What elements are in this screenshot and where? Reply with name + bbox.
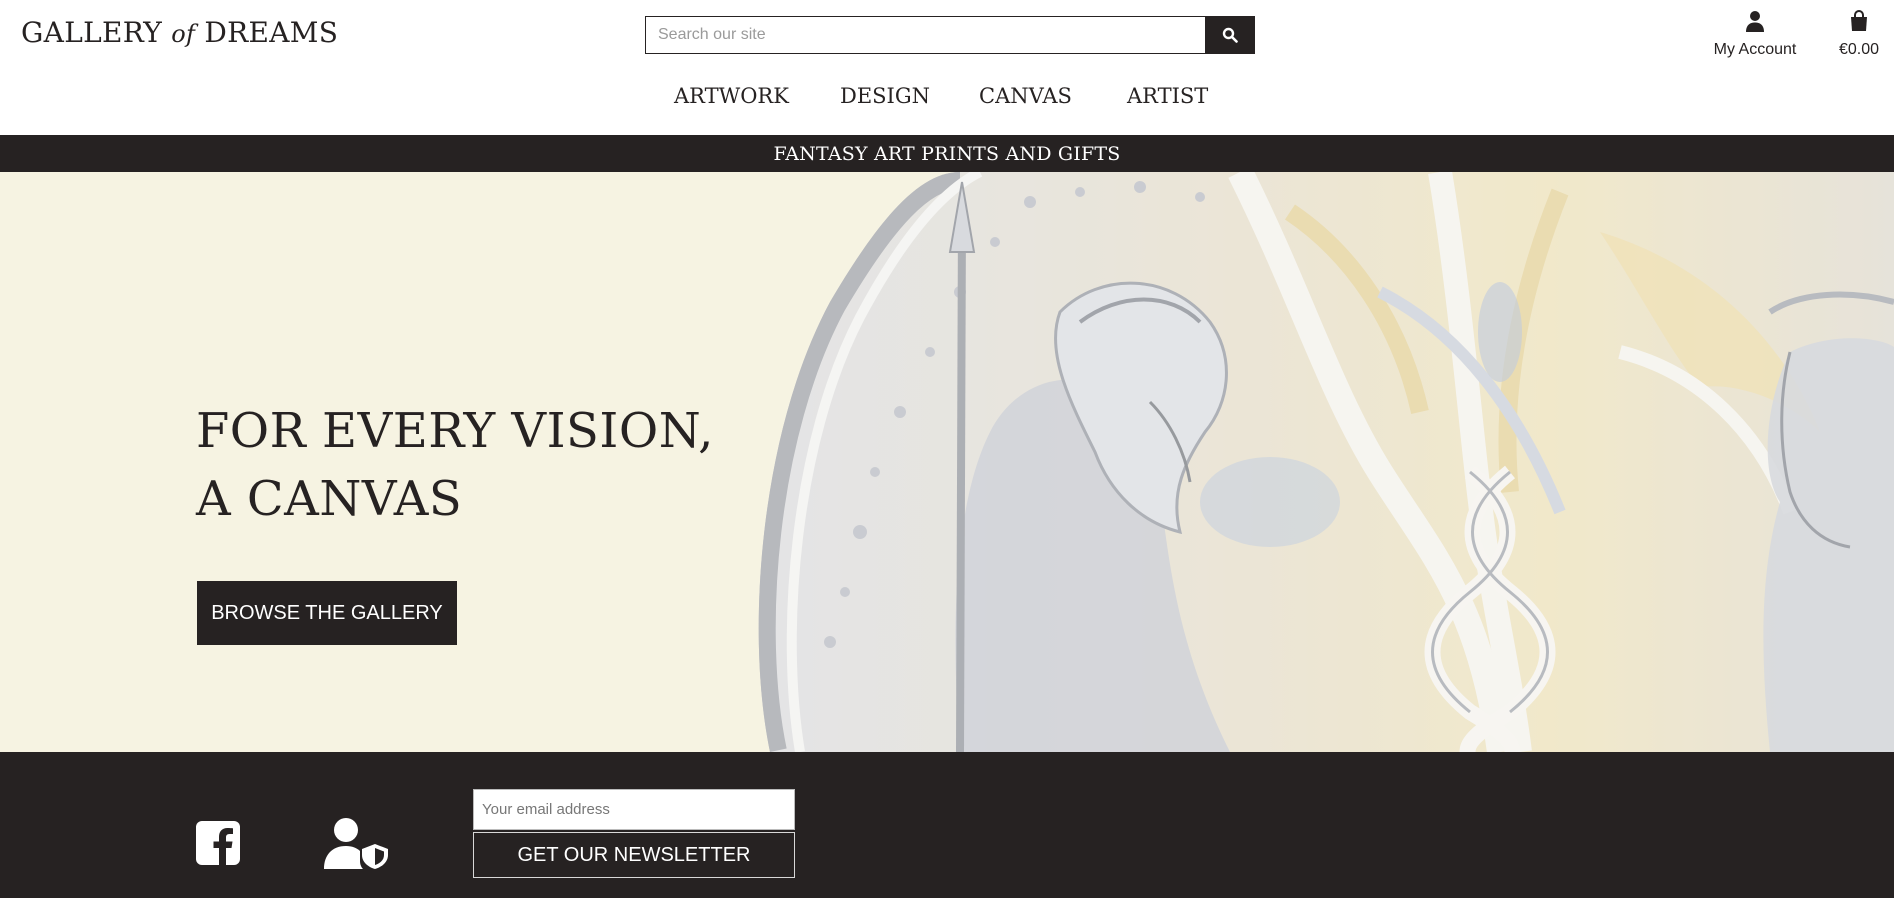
privacy-shield-icon[interactable] [324,817,388,869]
facebook-icon[interactable] [196,821,240,865]
promo-banner: FANTASY ART PRINTS AND GIFTS [0,135,1894,172]
search-form [645,16,1255,54]
shopping-bag-icon [1851,10,1867,31]
site-header: GALLERY of DREAMS My Account €0.00 ARTWO… [0,0,1894,135]
browse-gallery-button[interactable]: BROWSE THE GALLERY [197,581,457,645]
search-button[interactable] [1205,16,1255,54]
nav-item-design[interactable]: DESIGN [840,84,930,108]
logo-part-gallery: GALLERY [21,16,172,49]
cart-total: €0.00 [1838,41,1880,58]
site-logo[interactable]: GALLERY of DREAMS [21,16,338,49]
hero-title: FOR EVERY VISION, A CANVAS [196,397,714,533]
newsletter-email-input[interactable] [473,789,795,830]
logo-part-of: of [171,20,196,48]
newsletter-subscribe-button[interactable]: GET OUR NEWSLETTER [473,832,795,878]
user-icon [1746,11,1764,32]
hero-section: FOR EVERY VISION, A CANVAS BROWSE THE GA… [0,172,1894,752]
hero-title-line-2: A CANVAS [196,471,463,527]
search-icon [1222,27,1238,43]
search-input[interactable] [645,16,1205,54]
hero-title-line-1: FOR EVERY VISION, [196,403,714,459]
nav-item-artwork[interactable]: ARTWORK [674,84,789,108]
promo-banner-text: FANTASY ART PRINTS AND GIFTS [773,142,1121,165]
main-nav: ARTWORK DESIGN CANVAS ARTIST [0,84,1894,118]
cart-link[interactable]: €0.00 [1830,10,1888,59]
my-account-link[interactable]: My Account [1700,10,1810,59]
my-account-label: My Account [1713,41,1797,58]
site-footer: GET OUR NEWSLETTER [0,752,1894,898]
logo-part-dreams: DREAMS [195,16,339,49]
nav-item-artist[interactable]: ARTIST [1127,84,1208,108]
nav-item-canvas[interactable]: CANVAS [979,84,1072,108]
